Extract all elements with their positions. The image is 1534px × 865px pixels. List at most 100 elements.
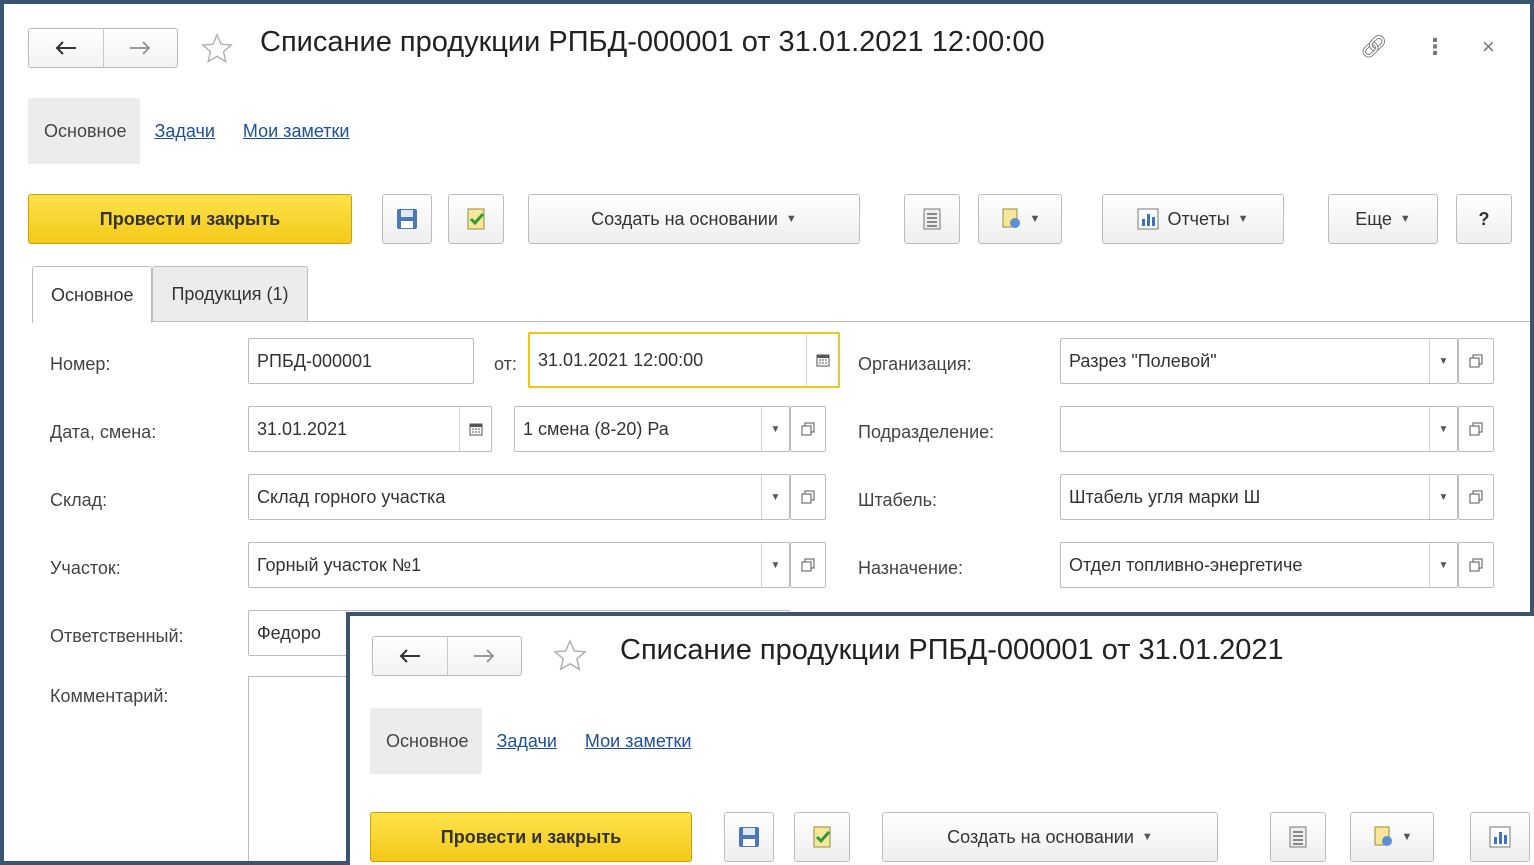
dropdown-arrow-icon[interactable]: ▼ [1429,407,1457,451]
organization-label: Организация: [858,354,972,374]
document-settings-icon [1002,208,1020,228]
dropdown-caret-icon: ▼ [1237,213,1249,225]
arrow-left-icon [399,649,420,663]
journal-button[interactable] [904,194,960,244]
date-field[interactable]: 31.01.2021 [248,406,492,452]
dropdown-arrow-icon[interactable]: ▼ [761,543,789,587]
dropdown-arrow-icon[interactable]: ▼ [1429,339,1457,383]
floppy-disk-icon [739,827,759,847]
section-tab-tasks[interactable]: Задачи [482,708,570,774]
forward-button[interactable] [102,29,178,67]
help-button[interactable]: ? [1456,194,1512,244]
dropdown-caret-icon: ▼ [1029,213,1041,225]
more-menu-icon[interactable]: ⋮ [1424,34,1446,60]
division-label: Подразделение: [858,422,995,442]
attachments-button[interactable]: ▼ [978,194,1062,244]
arrow-right-icon [130,41,151,55]
section-tab-main[interactable]: Основное [28,98,141,164]
organization-field[interactable]: Разрез "Полевой" ▼ [1060,338,1458,384]
create-based-on-button[interactable]: Создать на основании ▼ [882,812,1218,862]
datetime-value: 31.01.2021 12:00:00 [538,349,704,370]
organization-open-button[interactable] [1458,338,1494,384]
purpose-open-button[interactable] [1458,542,1494,588]
reports-button[interactable]: Отчеты ▼ [1102,194,1284,244]
post-and-close-button[interactable]: Провести и закрыть [28,194,352,244]
tab-divider [32,321,1530,322]
responsible-label: Ответственный: [50,626,184,646]
attachments-button[interactable]: ▼ [1350,812,1434,862]
post-button[interactable] [448,194,504,244]
tab-main[interactable]: Основное [32,266,153,323]
reports-button[interactable] [1470,812,1530,862]
dropdown-arrow-icon[interactable]: ▼ [761,475,789,519]
warehouse-field[interactable]: Склад горного участка ▼ [248,474,790,520]
arrow-left-icon [55,41,76,55]
link-icon[interactable]: 🔗︎ [1360,34,1388,60]
stack-label: Штабель: [858,490,937,510]
more-button[interactable]: Еще ▼ [1328,194,1438,244]
section-tab-tasks[interactable]: Задачи [140,98,228,164]
more-label: Еще [1355,208,1392,229]
dropdown-arrow-icon[interactable]: ▼ [1429,543,1457,587]
warehouse-open-button[interactable] [790,474,826,520]
stack-open-button[interactable] [1458,474,1494,520]
section-tabs: Основное Задачи Мои заметки [28,98,363,164]
stack-value: Штабель угля марки Ш [1069,486,1261,507]
form-tabs: Основное Продукция (1) [32,266,308,323]
save-button[interactable] [724,812,774,862]
shift-open-button[interactable] [790,406,826,452]
floppy-disk-icon [397,209,417,229]
stack-field[interactable]: Штабель угля марки Ш ▼ [1060,474,1458,520]
open-window-icon [1469,422,1483,436]
save-button[interactable] [382,194,432,244]
calendar-button[interactable] [459,407,491,451]
dropdown-caret-icon: ▼ [1399,213,1411,225]
back-button[interactable] [373,637,447,675]
calendar-icon [816,354,829,367]
open-window-icon [801,490,815,504]
open-window-icon [1469,354,1483,368]
overlay-section-tabs: Основное Задачи Мои заметки [370,708,705,774]
close-icon[interactable]: × [1482,34,1495,60]
tab-products[interactable]: Продукция (1) [152,266,308,322]
post-and-close-button[interactable]: Провести и закрыть [370,812,692,862]
date-shift-label: Дата, смена: [50,422,157,442]
purpose-field[interactable]: Отдел топливно-энергетиче ▼ [1060,542,1458,588]
dropdown-arrow-icon[interactable]: ▼ [761,407,789,451]
dropdown-caret-icon: ▼ [785,213,797,225]
dropdown-caret-icon: ▼ [1401,831,1413,843]
open-window-icon [801,558,815,572]
forward-button[interactable] [446,637,522,675]
section-tab-notes[interactable]: Мои заметки [229,98,364,164]
calendar-button[interactable] [806,334,838,386]
list-lines-icon [1289,826,1307,848]
nav-buttons [372,636,522,676]
back-button[interactable] [29,29,103,67]
division-field[interactable]: ▼ [1060,406,1458,452]
command-bar: Провести и закрыть Создать на основании ▼… [28,194,1530,244]
site-open-button[interactable] [790,542,826,588]
journal-button[interactable] [1270,812,1326,862]
site-label: Участок: [50,558,121,578]
warehouse-value: Склад горного участка [257,486,446,507]
title-bar: Списание продукции РПБД-000001 от 31.01.… [4,4,1530,92]
date-value: 31.01.2021 [257,418,348,439]
reports-label: Отчеты [1167,208,1230,229]
create-based-on-button[interactable]: Создать на основании ▼ [528,194,860,244]
section-tab-notes[interactable]: Мои заметки [571,708,706,774]
number-value: РПБД-000001 [257,350,373,371]
favorite-star-icon[interactable] [200,32,234,66]
open-window-icon [1469,558,1483,572]
comment-label: Комментарий: [50,686,169,706]
site-field[interactable]: Горный участок №1 ▼ [248,542,790,588]
open-window-icon [801,422,815,436]
organization-value: Разрез "Полевой" [1069,350,1217,371]
number-field[interactable]: РПБД-000001 [248,338,474,384]
shift-field[interactable]: 1 смена (8-20) Ра ▼ [514,406,790,452]
section-tab-main[interactable]: Основное [370,708,483,774]
dropdown-arrow-icon[interactable]: ▼ [1429,475,1457,519]
division-open-button[interactable] [1458,406,1494,452]
post-button[interactable] [794,812,850,862]
datetime-field[interactable]: 31.01.2021 12:00:00 [528,332,840,388]
favorite-star-icon[interactable] [552,638,588,674]
